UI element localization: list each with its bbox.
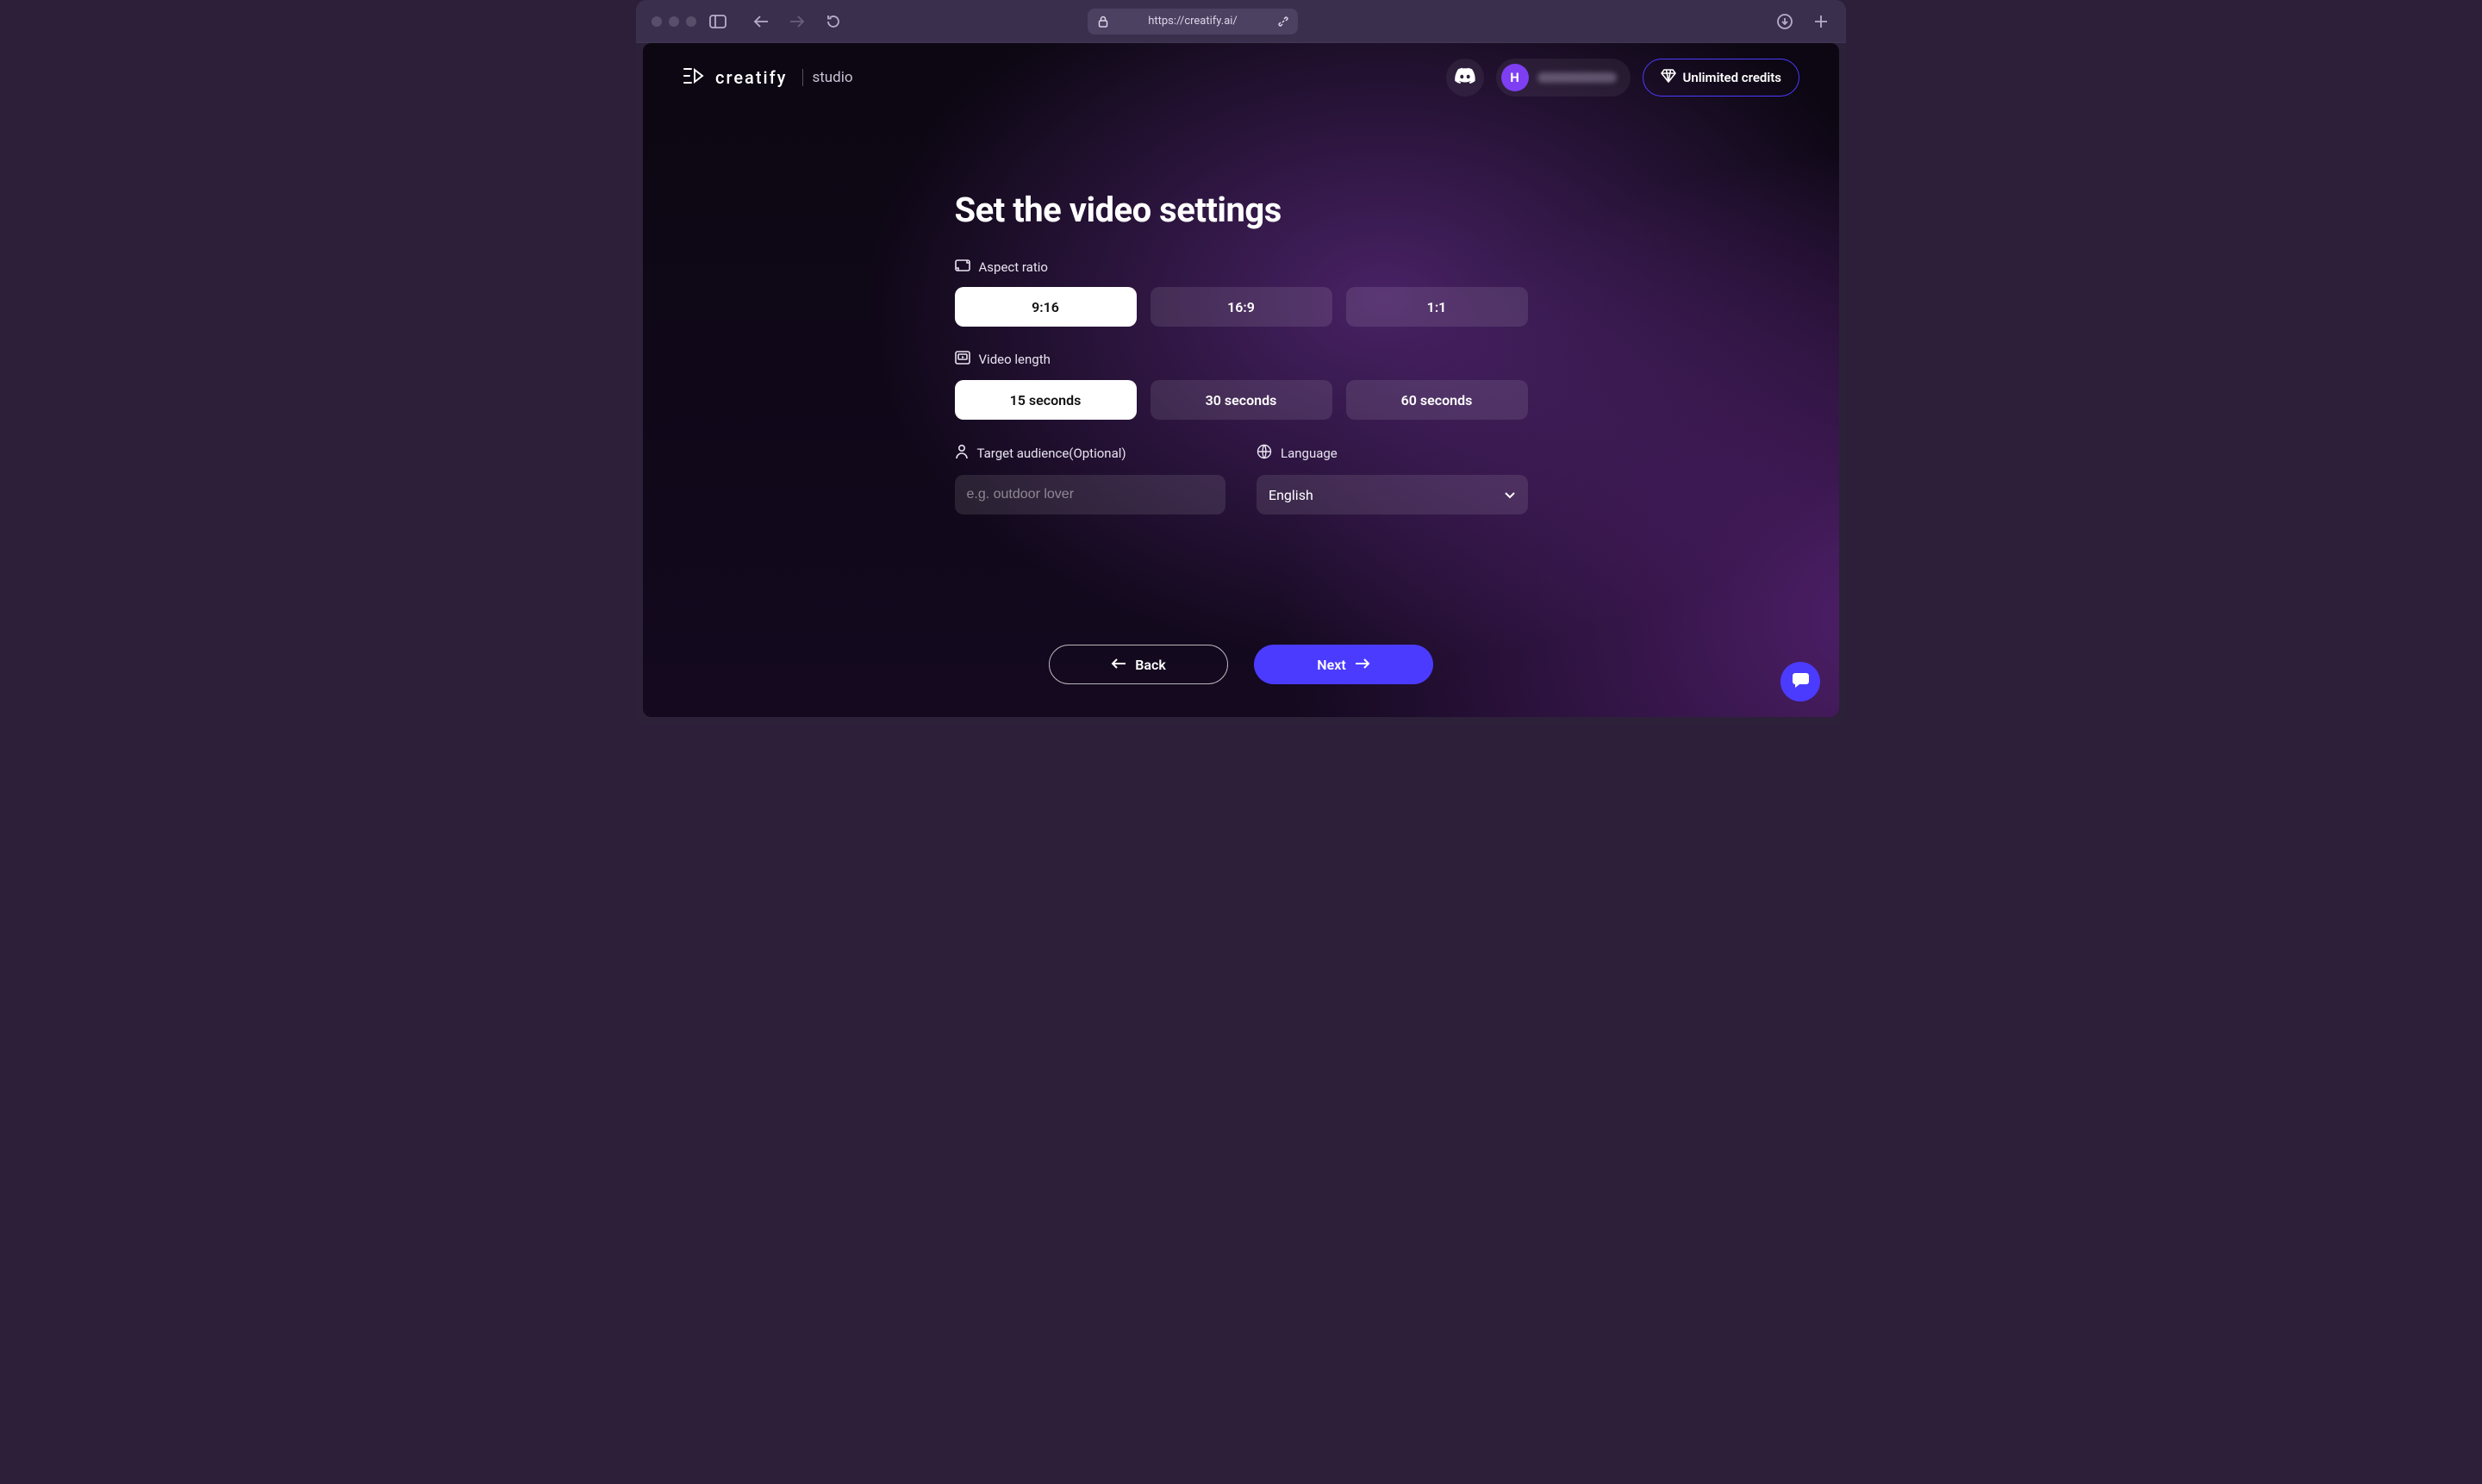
language-value: English xyxy=(1269,487,1313,503)
length-option-15s[interactable]: 15 seconds xyxy=(955,380,1137,420)
url-bar[interactable]: https://creatify.ai/ xyxy=(1088,9,1298,34)
aspect-label: Aspect ratio xyxy=(955,259,1528,275)
back-button[interactable]: Back xyxy=(1049,645,1228,684)
chevron-down-icon xyxy=(1504,487,1516,503)
logo-mark-icon xyxy=(683,65,707,90)
browser-window: https://creatify.ai/ xyxy=(636,0,1846,724)
length-options: 15 seconds 30 seconds 60 seconds xyxy=(955,380,1528,420)
arrow-right-icon xyxy=(1355,657,1370,673)
globe-icon xyxy=(1257,444,1272,463)
chat-icon xyxy=(1791,670,1810,693)
url-text: https://creatify.ai/ xyxy=(1148,15,1238,28)
language-label: Language xyxy=(1257,444,1528,463)
diamond-icon xyxy=(1661,69,1676,86)
wizard-nav: Back Next xyxy=(643,645,1839,684)
lock-icon xyxy=(1098,16,1108,28)
language-select[interactable]: English xyxy=(1257,475,1528,514)
person-icon xyxy=(955,444,969,463)
settings-form: Set the video settings Aspect ratio 9:16… xyxy=(955,190,1528,514)
user-menu[interactable]: H xyxy=(1496,59,1631,97)
next-label: Next xyxy=(1317,657,1345,673)
chat-support-button[interactable] xyxy=(1780,662,1820,701)
page-title: Set the video settings xyxy=(955,190,1528,230)
back-label: Back xyxy=(1135,657,1166,673)
user-email-blurred xyxy=(1537,72,1617,83)
credits-label: Unlimited credits xyxy=(1683,70,1781,85)
downloads-icon[interactable] xyxy=(1775,12,1794,31)
brand-sub: studio xyxy=(802,69,852,86)
app-header: creatify studio H xyxy=(643,43,1839,112)
aspect-option-16-9[interactable]: 16:9 xyxy=(1151,287,1332,327)
nav-forward-button[interactable] xyxy=(788,12,807,31)
avatar: H xyxy=(1501,64,1529,91)
aspect-option-1-1[interactable]: 1:1 xyxy=(1346,287,1528,327)
brand-logo[interactable]: creatify studio xyxy=(683,65,853,90)
audience-label: Target audience(Optional) xyxy=(955,444,1226,463)
browser-chrome: https://creatify.ai/ xyxy=(636,0,1846,43)
share-link-icon[interactable] xyxy=(1277,16,1289,28)
aspect-option-9-16[interactable]: 9:16 xyxy=(955,287,1137,327)
sidebar-toggle-icon[interactable] xyxy=(708,12,727,31)
avatar-initial: H xyxy=(1510,70,1519,85)
length-label: Video length xyxy=(955,351,1528,368)
length-option-60s[interactable]: 60 seconds xyxy=(1346,380,1528,420)
traffic-close[interactable] xyxy=(652,16,662,27)
traffic-minimize[interactable] xyxy=(669,16,679,27)
brand-name: creatify xyxy=(715,67,787,88)
app-page: creatify studio H xyxy=(643,43,1839,717)
window-traffic-lights xyxy=(652,16,696,27)
length-option-30s[interactable]: 30 seconds xyxy=(1151,380,1332,420)
audience-input[interactable] xyxy=(955,475,1226,514)
nav-back-button[interactable] xyxy=(751,12,770,31)
discord-button[interactable] xyxy=(1446,59,1484,97)
credits-button[interactable]: Unlimited credits xyxy=(1643,59,1799,97)
new-tab-icon[interactable] xyxy=(1812,12,1830,31)
arrow-left-icon xyxy=(1111,657,1126,673)
traffic-zoom[interactable] xyxy=(686,16,696,27)
nav-group xyxy=(751,12,843,31)
reload-button[interactable] xyxy=(824,12,843,31)
aspect-options: 9:16 16:9 1:1 xyxy=(955,287,1528,327)
discord-icon xyxy=(1454,67,1476,88)
next-button[interactable]: Next xyxy=(1254,645,1433,684)
video-length-icon xyxy=(955,351,970,368)
aspect-ratio-icon xyxy=(955,259,970,275)
